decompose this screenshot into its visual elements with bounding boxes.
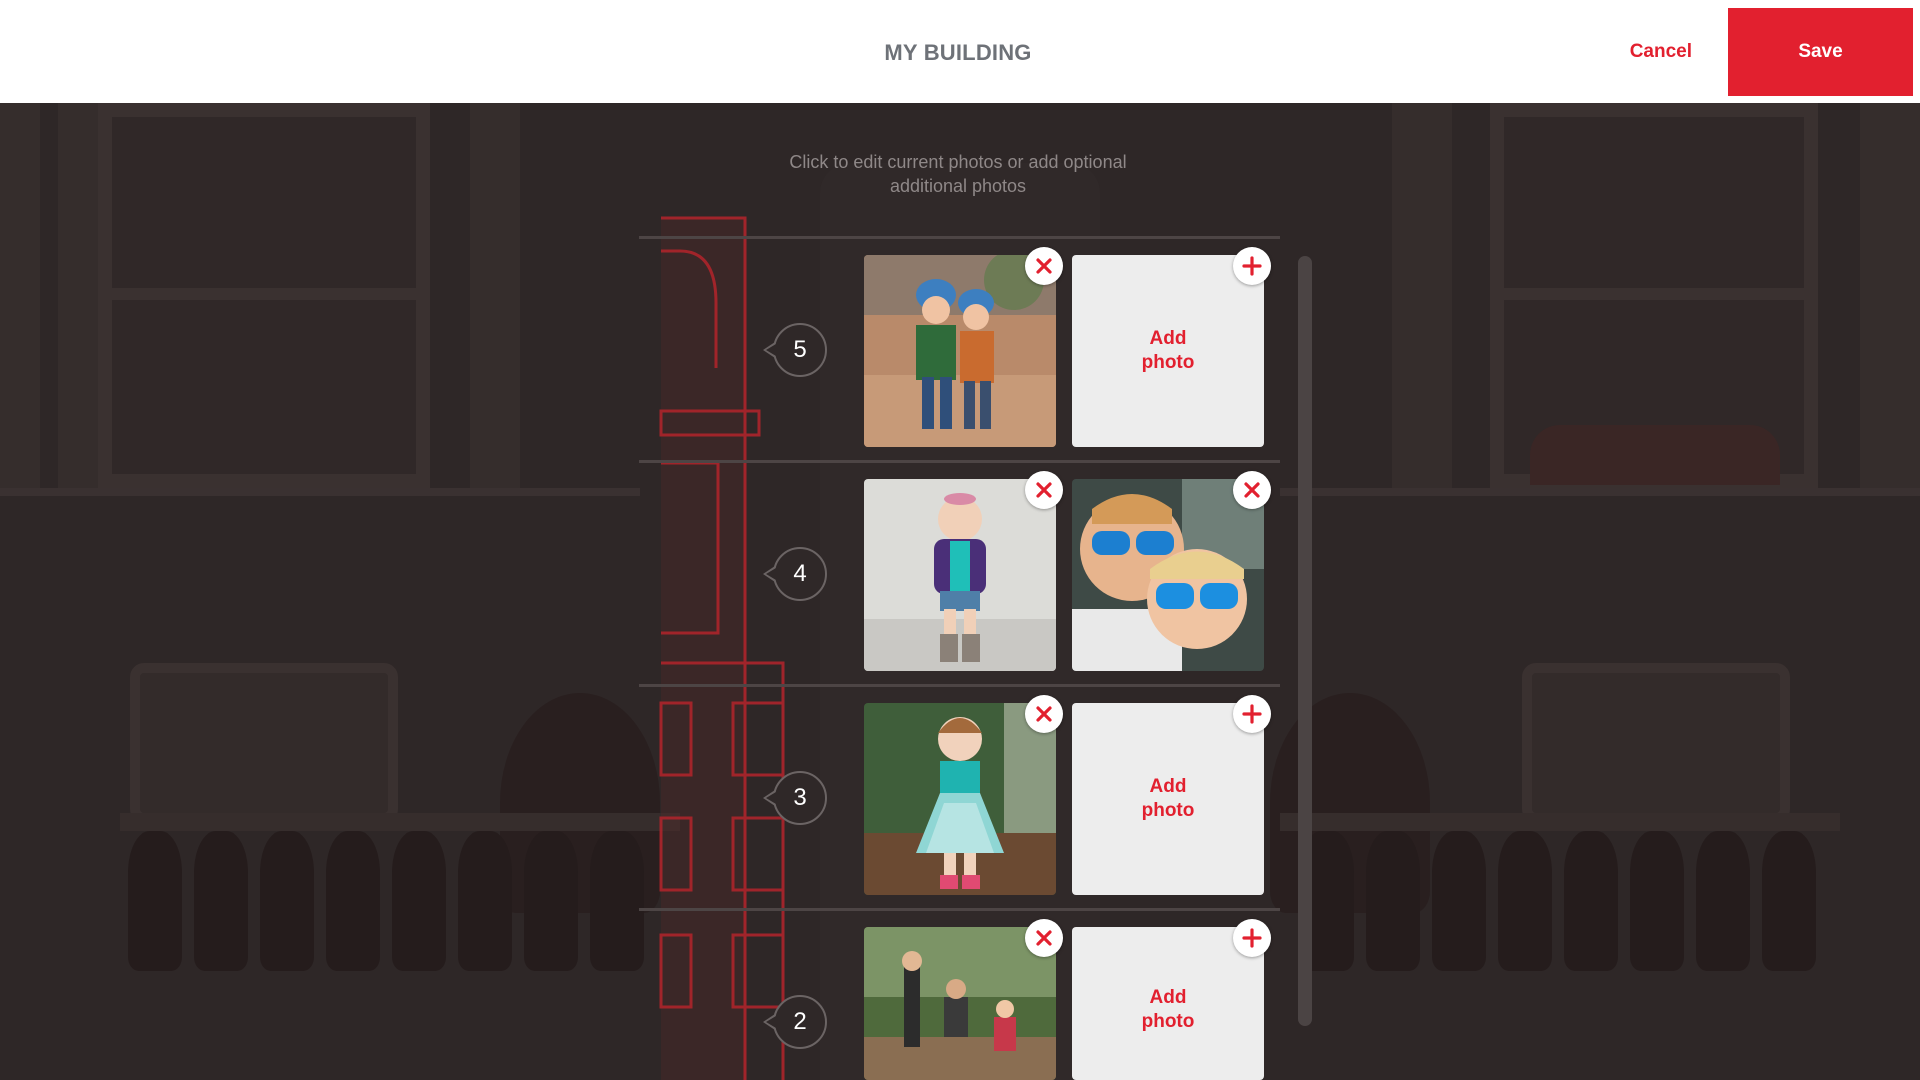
bg-planter [130, 663, 398, 823]
bg-rail [1280, 813, 1840, 831]
save-button[interactable]: Save [1728, 8, 1913, 96]
floor-divider [639, 684, 1280, 687]
photo-tile[interactable] [864, 255, 1056, 447]
add-photo-label: Add photo [1141, 986, 1195, 1032]
add-photo-label: Add photo [1141, 776, 1195, 821]
add-photo-tile[interactable]: Add photo [1072, 927, 1264, 1080]
page-title: MY BUILDING [884, 40, 1032, 65]
bg-column [1860, 103, 1920, 493]
photo-tile[interactable] [864, 927, 1056, 1080]
floor-divider [639, 908, 1280, 911]
instruction-text: Click to edit current photos or add opti… [789, 152, 1127, 196]
add-icon [1242, 928, 1262, 948]
remove-icon [1036, 706, 1052, 722]
bg-balusters [1300, 831, 1816, 971]
photo-toddler [864, 479, 1056, 671]
photo-tile[interactable] [1072, 479, 1264, 671]
add-photo-tile[interactable]: Add photo [1072, 255, 1264, 447]
remove-photo-button[interactable] [1025, 471, 1063, 509]
remove-icon [1036, 482, 1052, 498]
add-photo-button[interactable] [1233, 247, 1271, 285]
remove-icon [1036, 258, 1052, 274]
photo-tile[interactable] [864, 479, 1056, 671]
add-icon [1242, 704, 1262, 724]
remove-photo-button[interactable] [1025, 919, 1063, 957]
photo-girl-teal-dress [864, 703, 1056, 895]
bg-balusters [128, 831, 644, 971]
remove-photo-button[interactable] [1025, 247, 1063, 285]
remove-photo-button[interactable] [1025, 695, 1063, 733]
floor-divider [639, 460, 1280, 463]
add-icon [1242, 256, 1262, 276]
photo-boys-sunglasses [1072, 479, 1264, 671]
bg-sill [1280, 488, 1920, 496]
add-photo-label: Add photo [1141, 328, 1195, 373]
bg-column [1392, 103, 1452, 493]
floor-number-badge: 3 [763, 771, 827, 825]
add-photo-button[interactable] [1233, 695, 1271, 733]
bg-planter [1522, 663, 1790, 823]
top-bar: MY BUILDING Cancel Save [0, 0, 1920, 103]
photo-family-woods [864, 927, 1056, 1080]
bg-column [0, 103, 40, 493]
floor-number-badge: 2 [763, 995, 827, 1049]
add-photo-tile[interactable]: Add photo [1072, 703, 1264, 895]
photo-tile[interactable] [864, 703, 1056, 895]
remove-icon [1244, 482, 1260, 498]
bg-red-awning [1530, 425, 1780, 485]
remove-photo-button[interactable] [1233, 471, 1271, 509]
photo-kids-helmets [864, 255, 1056, 447]
bg-column [58, 103, 98, 493]
floor-number-badge: 4 [763, 547, 827, 601]
bg-rail [120, 813, 680, 831]
remove-icon [1036, 930, 1052, 946]
bg-sill [0, 488, 640, 496]
bg-column [470, 103, 520, 493]
add-photo-button[interactable] [1233, 919, 1271, 957]
vertical-scrollbar[interactable] [1298, 256, 1312, 1026]
bg-window [98, 103, 430, 488]
floor-number-badge: 5 [763, 323, 827, 377]
cancel-button[interactable]: Cancel [1630, 41, 1692, 63]
floor-divider [639, 236, 1280, 239]
